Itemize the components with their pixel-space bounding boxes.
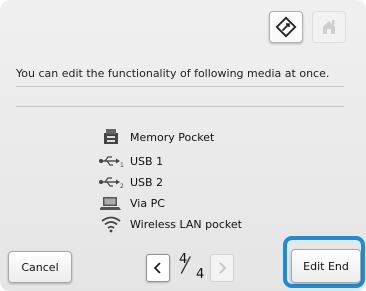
usb-1-icon: 1 (94, 152, 128, 170)
media-item-via-pc: Via PC (94, 193, 242, 213)
media-label: Memory Pocket (130, 130, 215, 144)
computer-icon (94, 194, 128, 212)
chevron-left-icon (153, 262, 161, 274)
page-indicator: 4 ⁄ 4 (176, 252, 208, 284)
memory-pocket-icon (94, 128, 128, 146)
media-settings-panel: You can edit the functionality of follow… (0, 0, 366, 291)
divider-line (16, 86, 344, 87)
page-total: 4 (196, 267, 205, 282)
svg-text:1: 1 (120, 162, 124, 168)
media-item-memory-pocket: Memory Pocket (94, 125, 242, 149)
edit-end-button[interactable]: Edit End (291, 249, 361, 283)
page-separator: ⁄ (184, 254, 188, 279)
usb-2-icon: 2 (94, 173, 128, 191)
cancel-button[interactable]: Cancel (8, 251, 72, 283)
media-item-usb-1: 1 USB 1 (94, 151, 242, 171)
media-list: Memory Pocket 1 USB 1 2 USB 2 Via PC Wir… (94, 125, 242, 235)
chevron-right-icon (219, 262, 227, 274)
media-label: USB 2 (130, 175, 164, 189)
instruction-text: You can edit the functionality of follow… (16, 67, 330, 80)
home-icon (323, 20, 335, 34)
edit-media-icon (275, 16, 297, 38)
media-label: Via PC (130, 196, 165, 210)
wireless-lan-icon (94, 215, 128, 233)
svg-text:2: 2 (120, 183, 124, 189)
media-item-usb-2: 2 USB 2 (94, 172, 242, 192)
previous-page-button[interactable] (146, 254, 170, 282)
next-page-button[interactable] (210, 254, 234, 282)
media-label: USB 1 (130, 154, 164, 168)
edit-media-button[interactable] (269, 11, 303, 43)
screen: You can edit the functionality of follow… (0, 0, 366, 291)
divider-line (16, 106, 344, 107)
media-item-wireless-lan: Wireless LAN pocket (94, 214, 242, 234)
home-button[interactable] (312, 11, 346, 43)
media-label: Wireless LAN pocket (130, 217, 242, 231)
